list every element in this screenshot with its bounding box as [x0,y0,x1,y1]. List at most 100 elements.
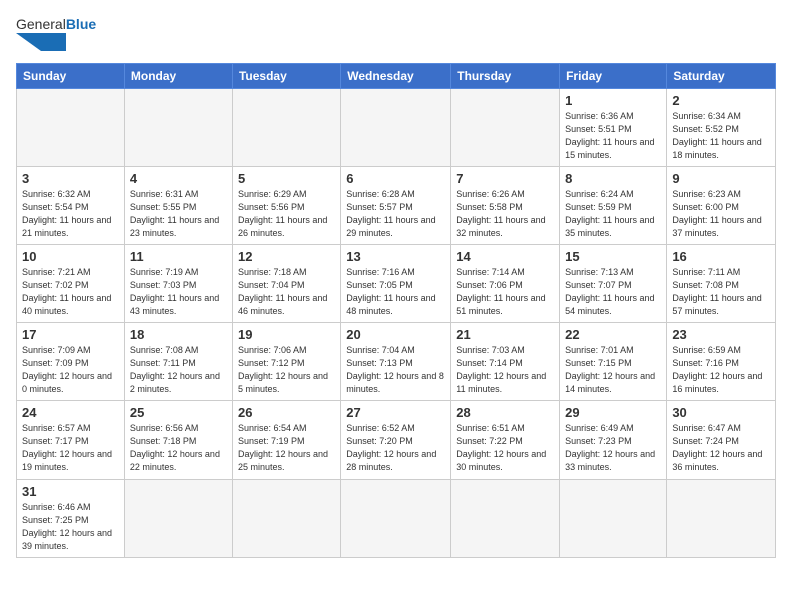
day-info: Sunrise: 6:26 AM Sunset: 5:58 PM Dayligh… [456,188,554,240]
day-info: Sunrise: 6:47 AM Sunset: 7:24 PM Dayligh… [672,422,770,474]
weekday-header-row: SundayMondayTuesdayWednesdayThursdayFrid… [17,63,776,88]
day-info: Sunrise: 6:51 AM Sunset: 7:22 PM Dayligh… [456,422,554,474]
day-info: Sunrise: 6:59 AM Sunset: 7:16 PM Dayligh… [672,344,770,396]
calendar-week-row: 31 Sunrise: 6:46 AM Sunset: 7:25 PM Dayli… [17,479,776,557]
calendar-week-row: 3 Sunrise: 6:32 AM Sunset: 5:54 PM Daylig… [17,166,776,244]
calendar-week-row: 10 Sunrise: 7:21 AM Sunset: 7:02 PM Dayli… [17,244,776,322]
calendar-cell: 7Sunrise: 6:26 AM Sunset: 5:58 PM Daylig… [451,166,560,244]
day-number: 11 [130,249,227,264]
calendar-week-row: 17Sunrise: 7:09 AM Sunset: 7:09 PM Dayli… [17,323,776,401]
day-number: 12 [238,249,335,264]
day-number: 26 [238,405,335,420]
day-number: 3 [22,171,119,186]
day-info: Sunrise: 6:29 AM Sunset: 5:56 PM Dayligh… [238,188,335,240]
calendar-cell: 15Sunrise: 7:13 AM Sunset: 7:07 PM Dayli… [560,244,667,322]
calendar-cell: 31 Sunrise: 6:46 AM Sunset: 7:25 PM Dayli… [17,479,125,557]
calendar-cell: 26Sunrise: 6:54 AM Sunset: 7:19 PM Dayli… [232,401,340,479]
calendar-cell: 20Sunrise: 7:04 AM Sunset: 7:13 PM Dayli… [341,323,451,401]
day-info: Sunrise: 6:57 AM Sunset: 7:17 PM Dayligh… [22,422,119,474]
day-info: Sunrise: 7:18 AM Sunset: 7:04 PM Dayligh… [238,266,335,318]
calendar-cell: 19Sunrise: 7:06 AM Sunset: 7:12 PM Dayli… [232,323,340,401]
day-info: Sunrise: 6:28 AM Sunset: 5:57 PM Dayligh… [346,188,445,240]
day-info: Sunrise: 7:19 AM Sunset: 7:03 PM Dayligh… [130,266,227,318]
day-number: 18 [130,327,227,342]
day-info: Sunrise: 6:46 AM Sunset: 7:25 PM Dayligh… [22,501,119,553]
calendar-cell [124,88,232,166]
day-number: 8 [565,171,661,186]
calendar-week-row: 1 Sunrise: 6:36 AM Sunset: 5:51 PM Daylig… [17,88,776,166]
day-number: 5 [238,171,335,186]
weekday-header-thursday: Thursday [451,63,560,88]
header: GeneralBlue [16,16,776,55]
calendar-cell: 6Sunrise: 6:28 AM Sunset: 5:57 PM Daylig… [341,166,451,244]
calendar-cell: 14Sunrise: 7:14 AM Sunset: 7:06 PM Dayli… [451,244,560,322]
calendar-cell: 27Sunrise: 6:52 AM Sunset: 7:20 PM Dayli… [341,401,451,479]
day-info: Sunrise: 6:23 AM Sunset: 6:00 PM Dayligh… [672,188,770,240]
calendar-cell: 4 Sunrise: 6:31 AM Sunset: 5:55 PM Daylig… [124,166,232,244]
weekday-header-saturday: Saturday [667,63,776,88]
day-number: 1 [565,93,661,108]
calendar-cell [560,479,667,557]
calendar-cell: 9 Sunrise: 6:23 AM Sunset: 6:00 PM Daylig… [667,166,776,244]
day-number: 29 [565,405,661,420]
calendar-cell: 3 Sunrise: 6:32 AM Sunset: 5:54 PM Daylig… [17,166,125,244]
day-number: 25 [130,405,227,420]
calendar-cell: 10 Sunrise: 7:21 AM Sunset: 7:02 PM Dayli… [17,244,125,322]
day-info: Sunrise: 6:34 AM Sunset: 5:52 PM Dayligh… [672,110,770,162]
day-number: 31 [22,484,119,499]
day-info: Sunrise: 7:01 AM Sunset: 7:15 PM Dayligh… [565,344,661,396]
day-info: Sunrise: 6:24 AM Sunset: 5:59 PM Dayligh… [565,188,661,240]
calendar-cell: 11 Sunrise: 7:19 AM Sunset: 7:03 PM Dayli… [124,244,232,322]
calendar-cell: 21Sunrise: 7:03 AM Sunset: 7:14 PM Dayli… [451,323,560,401]
weekday-header-friday: Friday [560,63,667,88]
day-info: Sunrise: 7:16 AM Sunset: 7:05 PM Dayligh… [346,266,445,318]
calendar-cell [451,479,560,557]
day-number: 20 [346,327,445,342]
calendar-cell: 24Sunrise: 6:57 AM Sunset: 7:17 PM Dayli… [17,401,125,479]
day-number: 17 [22,327,119,342]
day-number: 4 [130,171,227,186]
calendar-cell: 17Sunrise: 7:09 AM Sunset: 7:09 PM Dayli… [17,323,125,401]
day-number: 2 [672,93,770,108]
day-number: 28 [456,405,554,420]
weekday-header-tuesday: Tuesday [232,63,340,88]
day-number: 9 [672,171,770,186]
weekday-header-sunday: Sunday [17,63,125,88]
day-info: Sunrise: 6:56 AM Sunset: 7:18 PM Dayligh… [130,422,227,474]
weekday-header-monday: Monday [124,63,232,88]
calendar-cell: 30 Sunrise: 6:47 AM Sunset: 7:24 PM Dayli… [667,401,776,479]
day-number: 22 [565,327,661,342]
day-info: Sunrise: 6:52 AM Sunset: 7:20 PM Dayligh… [346,422,445,474]
logo-text: GeneralBlue [16,16,96,55]
day-number: 14 [456,249,554,264]
day-number: 13 [346,249,445,264]
day-number: 30 [672,405,770,420]
calendar-cell: 1 Sunrise: 6:36 AM Sunset: 5:51 PM Daylig… [560,88,667,166]
day-info: Sunrise: 7:08 AM Sunset: 7:11 PM Dayligh… [130,344,227,396]
calendar-cell: 25 Sunrise: 6:56 AM Sunset: 7:18 PM Dayli… [124,401,232,479]
day-info: Sunrise: 7:11 AM Sunset: 7:08 PM Dayligh… [672,266,770,318]
calendar-cell [341,88,451,166]
calendar-cell: 29 Sunrise: 6:49 AM Sunset: 7:23 PM Dayli… [560,401,667,479]
day-number: 10 [22,249,119,264]
day-info: Sunrise: 7:21 AM Sunset: 7:02 PM Dayligh… [22,266,119,318]
calendar-table: SundayMondayTuesdayWednesdayThursdayFrid… [16,63,776,558]
day-info: Sunrise: 6:49 AM Sunset: 7:23 PM Dayligh… [565,422,661,474]
calendar-cell: 16Sunrise: 7:11 AM Sunset: 7:08 PM Dayli… [667,244,776,322]
calendar-cell [124,479,232,557]
day-info: Sunrise: 7:03 AM Sunset: 7:14 PM Dayligh… [456,344,554,396]
logo-shape-icon [16,33,66,51]
calendar-cell: 28 Sunrise: 6:51 AM Sunset: 7:22 PM Dayli… [451,401,560,479]
calendar-cell: 12 Sunrise: 7:18 AM Sunset: 7:04 PM Dayli… [232,244,340,322]
day-info: Sunrise: 6:36 AM Sunset: 5:51 PM Dayligh… [565,110,661,162]
day-info: Sunrise: 6:31 AM Sunset: 5:55 PM Dayligh… [130,188,227,240]
day-number: 19 [238,327,335,342]
calendar-cell [341,479,451,557]
day-number: 23 [672,327,770,342]
day-number: 15 [565,249,661,264]
weekday-header-wednesday: Wednesday [341,63,451,88]
calendar-cell: 2 Sunrise: 6:34 AM Sunset: 5:52 PM Daylig… [667,88,776,166]
calendar-cell [232,88,340,166]
logo: GeneralBlue [16,16,96,55]
day-info: Sunrise: 6:32 AM Sunset: 5:54 PM Dayligh… [22,188,119,240]
